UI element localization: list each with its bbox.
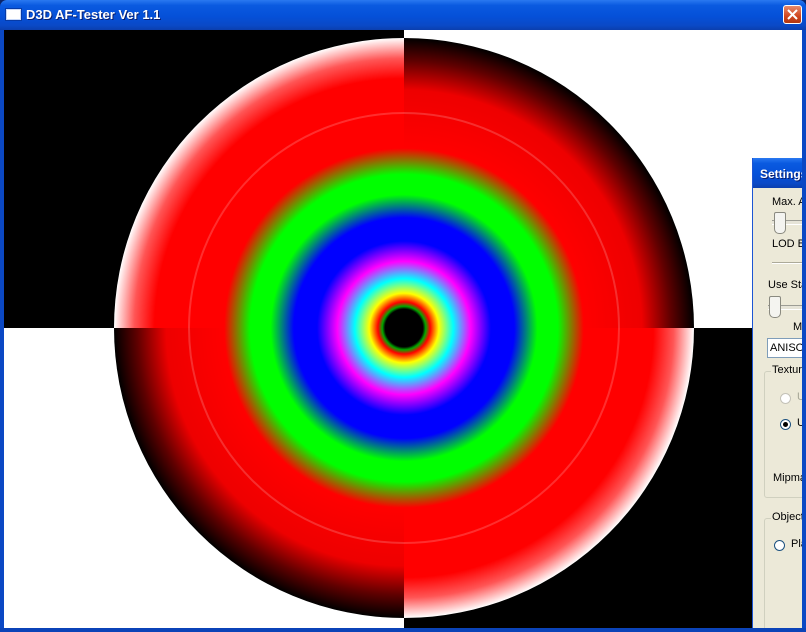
- settings-title-bar[interactable]: Settings: [753, 158, 802, 188]
- window-border-right: [802, 30, 806, 628]
- af-test-render: [4, 30, 802, 628]
- objects-group: [764, 518, 802, 628]
- tunnel-center: [387, 311, 421, 345]
- window-title: D3D AF-Tester Ver 1.1: [26, 7, 161, 22]
- separator: [772, 262, 802, 264]
- use-stage-slider-thumb[interactable]: [769, 296, 781, 318]
- title-bar[interactable]: D3D AF-Tester Ver 1.1: [0, 0, 806, 30]
- objects-option-plane-label: Plan: [791, 538, 802, 550]
- max-aniso-label: Max. An: [772, 196, 802, 208]
- settings-title: Settings: [760, 167, 802, 181]
- texture-radio-1[interactable]: [780, 393, 791, 404]
- texture-option-2-label: U: [797, 417, 802, 429]
- filter-combo[interactable]: ANISOT: [767, 338, 802, 358]
- use-stage-label: Use Sta: [768, 279, 802, 291]
- radio-selected-dot: [783, 422, 788, 427]
- lod-bias-label: LOD Bi: [772, 238, 802, 250]
- window-border-bottom: [0, 628, 806, 632]
- mipmap-label: Mipmap: [773, 472, 802, 484]
- max-aniso-slider-thumb[interactable]: [774, 212, 786, 234]
- objects-group-title: Objects: [771, 511, 802, 523]
- texture-group-title: Texture: [771, 364, 802, 376]
- settings-dialog[interactable]: Settings Max. An LOD Bi Use Sta Mi ANISO…: [752, 158, 802, 628]
- objects-radio-plane[interactable]: [774, 540, 785, 551]
- close-icon: [787, 9, 798, 20]
- texture-option-1-label: U: [797, 391, 802, 403]
- close-button[interactable]: [783, 5, 802, 24]
- texture-radio-2[interactable]: [780, 419, 791, 430]
- window-icon[interactable]: [6, 9, 21, 20]
- render-viewport[interactable]: Settings Max. An LOD Bi Use Sta Mi ANISO…: [4, 30, 802, 628]
- settings-body: Max. An LOD Bi Use Sta Mi ANISOT Texture…: [754, 188, 802, 628]
- min-filter-label: Mi: [793, 321, 802, 333]
